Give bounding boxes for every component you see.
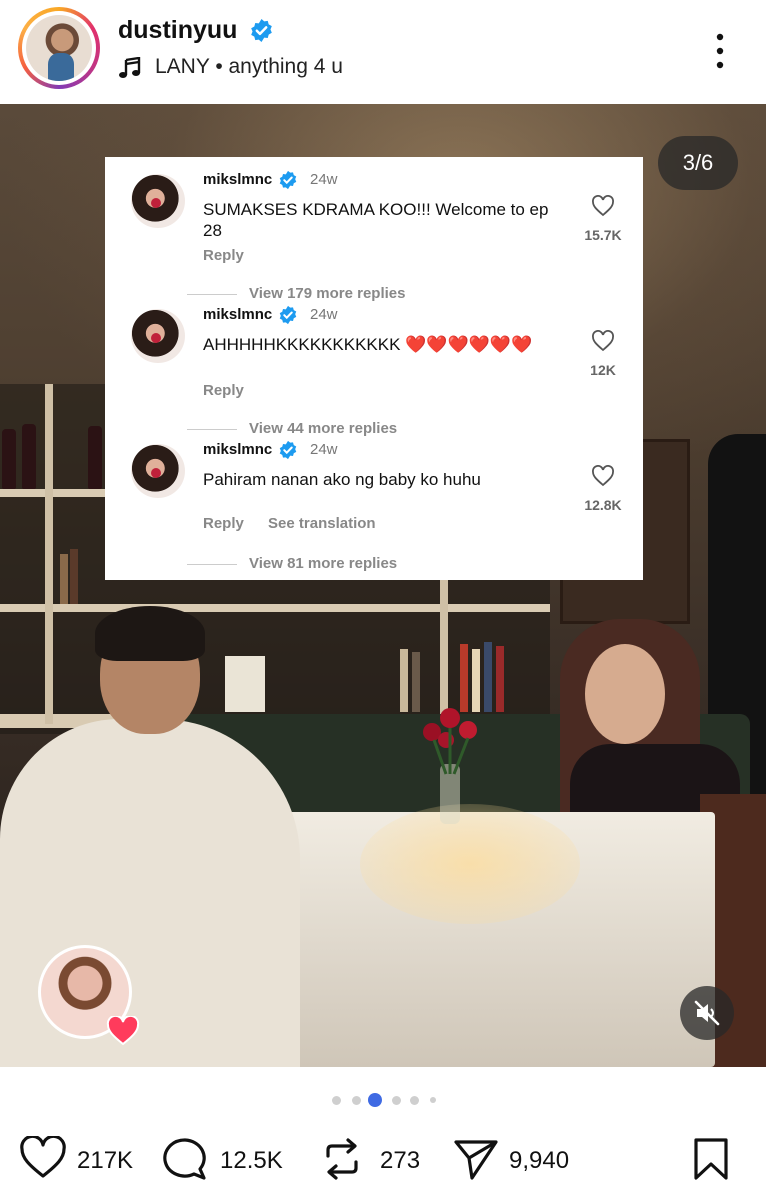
carousel-dot xyxy=(392,1096,401,1105)
avatar[interactable] xyxy=(26,15,92,81)
like-heart-icon[interactable] xyxy=(591,330,615,352)
muted-speaker-icon xyxy=(694,1000,720,1026)
comment-timestamp: 24w xyxy=(310,441,338,458)
carousel-dot xyxy=(332,1096,341,1105)
carousel-dot xyxy=(352,1096,361,1105)
comment-username[interactable]: mikslmnc xyxy=(203,171,272,188)
wine-bottle xyxy=(22,424,36,489)
book xyxy=(460,644,468,712)
verified-badge-icon xyxy=(251,19,272,42)
book xyxy=(400,649,408,712)
book xyxy=(496,646,504,712)
repost-icon[interactable] xyxy=(320,1136,364,1182)
comment-timestamp: 24w xyxy=(310,306,338,323)
shelf-post xyxy=(440,580,448,720)
comment-bubble-icon[interactable] xyxy=(160,1136,210,1182)
comment-item: mikslmnc 24w AHHHHHKKKKKKKKKKK ❤️❤️❤️❤️❤… xyxy=(105,292,643,437)
shelf-board xyxy=(0,604,550,612)
comment-actions: Reply xyxy=(203,382,264,399)
like-heart-icon[interactable] xyxy=(591,465,615,487)
comment-avatar[interactable] xyxy=(131,309,185,363)
reply-button[interactable]: Reply xyxy=(203,382,244,399)
divider-line xyxy=(187,564,237,565)
post-header: dustinyuu LANY • anything 4 u xyxy=(0,0,766,104)
see-translation-button[interactable]: See translation xyxy=(268,515,376,532)
mute-button[interactable] xyxy=(680,986,734,1040)
wine-bottle xyxy=(88,426,102,489)
verified-badge-icon xyxy=(279,170,297,190)
share-count[interactable]: 9,940 xyxy=(509,1147,569,1175)
music-note-icon xyxy=(119,57,141,78)
shelf-post xyxy=(45,384,53,724)
music-track-label[interactable]: LANY • anything 4 u xyxy=(155,55,343,79)
book xyxy=(225,656,265,712)
carousel-dot-active xyxy=(368,1093,382,1107)
comment-avatar[interactable] xyxy=(131,444,185,498)
comment-username[interactable]: mikslmnc xyxy=(203,441,272,458)
comment-like-count: 15.7K xyxy=(584,227,622,243)
rose-vase xyxy=(423,708,477,824)
share-send-icon[interactable] xyxy=(452,1136,500,1182)
man-hair xyxy=(95,606,205,661)
comment-count[interactable]: 12.5K xyxy=(220,1147,283,1175)
comment-like-count: 12K xyxy=(590,362,616,378)
comment-username[interactable]: mikslmnc xyxy=(203,306,272,323)
book xyxy=(472,649,480,712)
avatar-frame xyxy=(22,11,96,85)
like-heart-icon[interactable] xyxy=(591,195,615,217)
book xyxy=(60,554,68,604)
book xyxy=(70,549,78,604)
comment-text: SUMAKSES KDRAMA KOO!!! Welcome to ep 28 xyxy=(203,200,549,240)
woman-head xyxy=(585,644,665,744)
comment-item: mikslmnc 24w SUMAKSES KDRAMA KOO!!! Welc… xyxy=(105,157,643,302)
action-bar: 217K 12.5K 273 9,940 xyxy=(0,1120,766,1200)
comment-screenshot-overlay: mikslmnc 24w SUMAKSES KDRAMA KOO!!! Welc… xyxy=(105,157,643,580)
carousel-counter: 3/6 xyxy=(658,136,738,190)
repost-count[interactable]: 273 xyxy=(380,1147,420,1175)
carousel-dot xyxy=(410,1096,419,1105)
comment-timestamp: 24w xyxy=(310,171,338,188)
carousel-dots xyxy=(330,1092,440,1108)
comment-avatar[interactable] xyxy=(131,174,185,228)
verified-badge-icon xyxy=(279,305,297,325)
comment-text: AHHHHHKKKKKKKKKKK ❤️❤️❤️❤️❤️❤️ xyxy=(203,335,533,354)
comment-text: Pahiram nanan ako ng baby ko huhu xyxy=(203,470,481,489)
carousel-dot xyxy=(430,1097,436,1103)
shelf-board xyxy=(0,489,110,497)
more-options-icon[interactable] xyxy=(712,32,728,70)
username[interactable]: dustinyuu xyxy=(118,16,237,45)
comment-like-count: 12.8K xyxy=(584,497,622,513)
comment-actions: Reply See translation xyxy=(203,515,396,532)
comment-item: mikslmnc 24w Pahiram nanan ako ng baby k… xyxy=(105,427,643,572)
book xyxy=(412,652,420,712)
reply-button[interactable]: Reply xyxy=(203,247,244,264)
bookmark-icon[interactable] xyxy=(690,1136,732,1182)
view-replies-label[interactable]: View 81 more replies xyxy=(249,555,397,572)
book xyxy=(484,642,492,712)
reply-button[interactable]: Reply xyxy=(203,515,244,532)
wine-bottle xyxy=(2,429,16,489)
heart-reaction-icon xyxy=(106,1016,140,1046)
like-heart-icon[interactable] xyxy=(18,1136,68,1180)
like-count[interactable]: 217K xyxy=(77,1147,133,1175)
profile-avatar-ring[interactable] xyxy=(18,7,100,89)
verified-badge-icon xyxy=(279,440,297,460)
comment-actions: Reply xyxy=(203,247,264,264)
